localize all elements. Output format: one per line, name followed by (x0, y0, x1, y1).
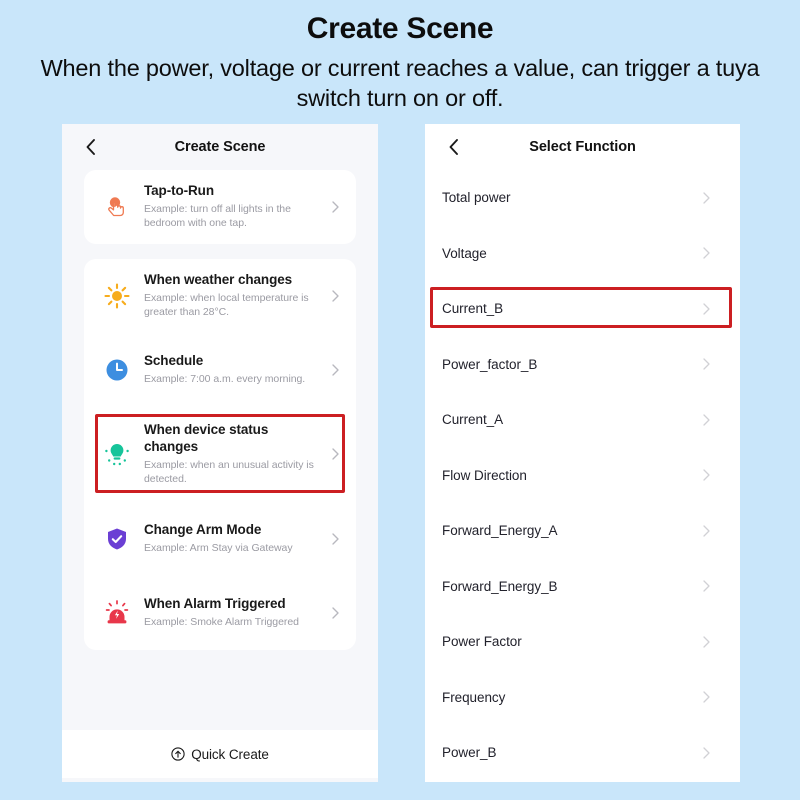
chevron-right-icon[interactable] (328, 200, 342, 214)
scene-card-automation-group: When weather changes Example: when local… (84, 259, 356, 650)
function-label: Flow Direction (442, 467, 527, 483)
scene-text: When weather changes Example: when local… (144, 272, 328, 320)
alarm-siren-icon (100, 596, 134, 630)
left-panel-title: Create Scene (174, 139, 266, 155)
scene-title: When device status changes (144, 422, 269, 454)
chevron-right-icon[interactable] (699, 635, 713, 649)
arrow-up-circle-icon (171, 747, 185, 761)
function-row-power-b[interactable]: Power_B (425, 725, 740, 781)
scene-title: Change Arm Mode (144, 521, 262, 537)
function-row-frequency[interactable]: Frequency (425, 670, 740, 726)
scene-description: Example: Smoke Alarm Triggered (144, 615, 299, 628)
scene-description: Example: turn off all lights in the bedr… (144, 202, 291, 229)
function-row-current-b[interactable]: Current_B (425, 281, 740, 337)
scene-row[interactable]: Tap-to-Run Example: turn off all lights … (84, 170, 356, 244)
chevron-right-icon[interactable] (328, 289, 342, 303)
select-function-panel: Select Function Total power Voltage Curr… (425, 124, 740, 782)
chevron-right-icon[interactable] (699, 302, 713, 316)
chevron-right-icon[interactable] (699, 357, 713, 371)
scene-title: Tap-to-Run (144, 183, 214, 199)
scene-card-tap-to-run[interactable]: Tap-to-Run Example: turn off all lights … (84, 170, 356, 244)
scene-row-arm-mode[interactable]: Change Arm Mode Example: Arm Stay via Ga… (84, 502, 356, 576)
page-header: Create Scene When the power, voltage or … (0, 0, 800, 118)
function-row-current-a[interactable]: Current_A (425, 392, 740, 448)
scene-text: Tap-to-Run Example: turn off all lights … (144, 183, 328, 231)
chevron-right-icon[interactable] (699, 468, 713, 482)
function-label: Frequency (442, 689, 506, 705)
back-icon[interactable] (443, 136, 465, 158)
scene-text: When device status changes Example: when… (144, 422, 328, 487)
page-subtitle: When the power, voltage or current reach… (40, 55, 760, 112)
scene-row-device-status[interactable]: When device status changes Example: when… (84, 407, 356, 502)
chevron-right-icon[interactable] (328, 532, 342, 546)
scene-title: When weather changes (144, 272, 293, 288)
scene-text: When Alarm Triggered Example: Smoke Alar… (144, 596, 328, 630)
function-row-forward-energy-a[interactable]: Forward_Energy_A (425, 503, 740, 559)
tap-to-run-icon (100, 190, 134, 224)
function-row-power-factor-b[interactable]: Power_factor_B (425, 337, 740, 393)
chevron-right-icon[interactable] (328, 447, 342, 461)
page-title: Create Scene (306, 12, 494, 45)
scene-row-alarm[interactable]: When Alarm Triggered Example: Smoke Alar… (84, 576, 356, 650)
device-status-icon (100, 437, 134, 471)
shield-check-icon (100, 522, 134, 556)
scene-description: Example: when local temperature is great… (144, 291, 309, 318)
scene-description: Example: Arm Stay via Gateway (144, 541, 293, 554)
chevron-right-icon[interactable] (328, 363, 342, 377)
scene-row-weather[interactable]: When weather changes Example: when local… (84, 259, 356, 333)
quick-create-button[interactable]: Quick Create (62, 730, 378, 778)
chevron-right-icon[interactable] (699, 690, 713, 704)
function-label: Current_A (442, 412, 504, 428)
sun-weather-icon (100, 279, 134, 313)
function-list: Total power Voltage Current_B Power_fact… (425, 170, 740, 781)
scene-card-list: Tap-to-Run Example: turn off all lights … (62, 170, 378, 650)
chevron-right-icon[interactable] (699, 191, 713, 205)
function-label: Voltage (442, 245, 487, 261)
scene-description: Example: 7:00 a.m. every morning. (144, 372, 306, 385)
function-label: Power_B (442, 745, 497, 761)
function-label: Power_factor_B (442, 356, 538, 372)
scene-description: Example: when an unusual activity is det… (144, 458, 314, 485)
scene-title: When Alarm Triggered (144, 595, 286, 611)
function-label: Current_B (442, 301, 504, 317)
right-panel-title: Select Function (529, 139, 636, 155)
function-row-total-power[interactable]: Total power (425, 170, 740, 226)
create-scene-panel: Create Scene Tap-to-Run Example: turn of… (62, 124, 378, 782)
back-icon[interactable] (80, 136, 102, 158)
function-label: Power Factor (442, 634, 522, 650)
quick-create-label: Quick Create (191, 746, 269, 762)
chevron-right-icon[interactable] (699, 413, 713, 427)
clock-schedule-icon (100, 353, 134, 387)
function-row-power-factor[interactable]: Power Factor (425, 614, 740, 670)
scene-text: Change Arm Mode Example: Arm Stay via Ga… (144, 522, 328, 556)
scene-text: Schedule Example: 7:00 a.m. every mornin… (144, 353, 328, 387)
chevron-right-icon[interactable] (699, 524, 713, 538)
function-row-flow-direction[interactable]: Flow Direction (425, 448, 740, 504)
function-label: Total power (442, 190, 511, 206)
chevron-right-icon[interactable] (699, 746, 713, 760)
function-label: Forward_Energy_A (442, 523, 558, 539)
chevron-right-icon[interactable] (699, 579, 713, 593)
function-row-forward-energy-b[interactable]: Forward_Energy_B (425, 559, 740, 615)
function-label: Forward_Energy_B (442, 578, 558, 594)
chevron-right-icon[interactable] (699, 246, 713, 260)
scene-title: Schedule (144, 353, 204, 369)
left-navbar: Create Scene (62, 124, 378, 170)
function-row-voltage[interactable]: Voltage (425, 226, 740, 282)
right-navbar: Select Function (425, 124, 740, 170)
scene-row-schedule[interactable]: Schedule Example: 7:00 a.m. every mornin… (84, 333, 356, 407)
chevron-right-icon[interactable] (328, 606, 342, 620)
